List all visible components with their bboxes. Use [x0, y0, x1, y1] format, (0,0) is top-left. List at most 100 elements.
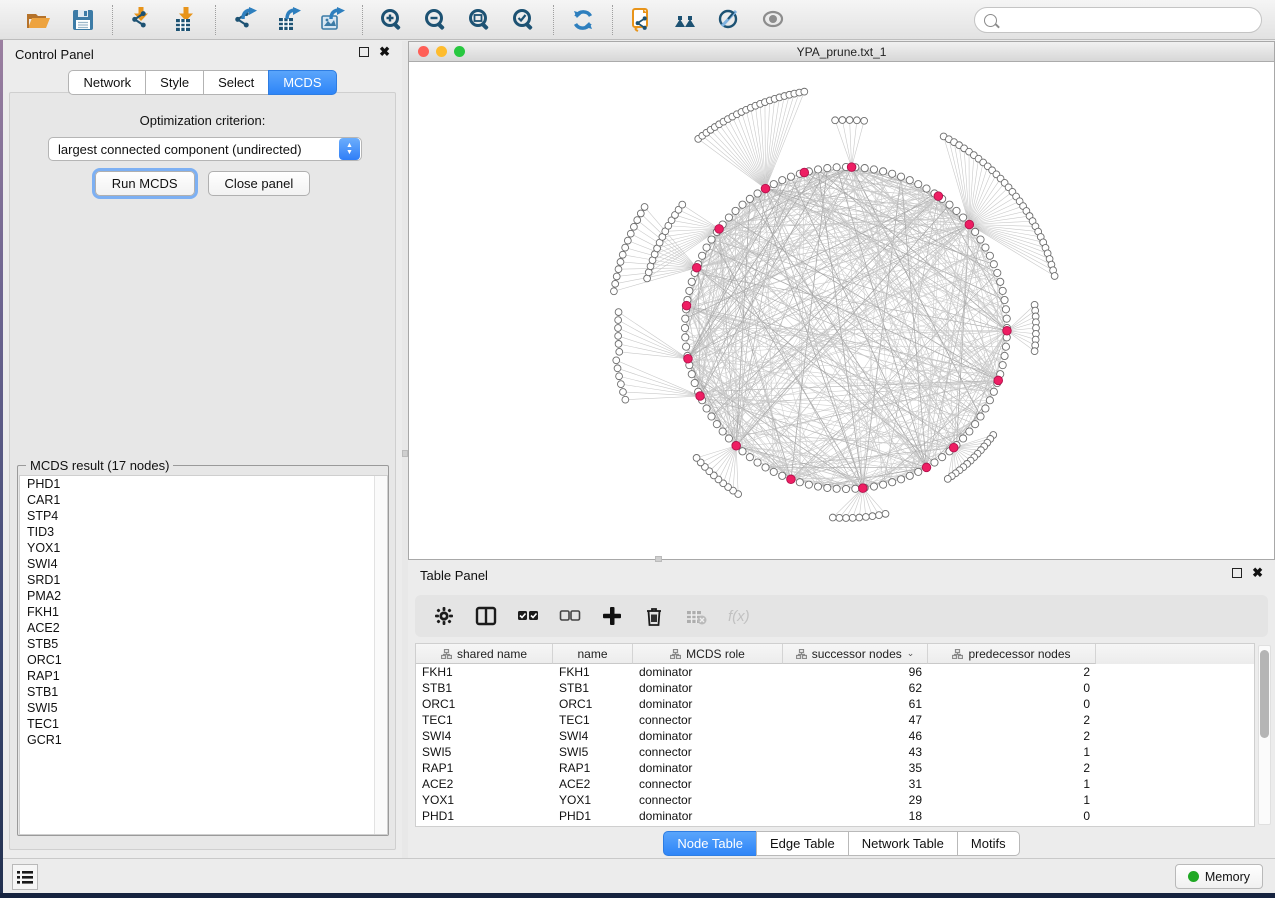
table-row[interactable]: SWI4SWI4dominator462 [416, 728, 1254, 744]
graph-node[interactable] [833, 485, 840, 492]
graph-leaf-node[interactable] [615, 341, 622, 348]
table-row[interactable]: RAP1RAP1dominator352 [416, 760, 1254, 776]
graph-leaf-node[interactable] [637, 210, 644, 217]
import-network-button[interactable] [127, 5, 157, 35]
graph-hub-node[interactable] [715, 225, 724, 234]
graph-node[interactable] [966, 428, 973, 435]
graph-hub-node[interactable] [682, 301, 691, 310]
window-close-icon[interactable] [418, 46, 429, 57]
graph-hub-node[interactable] [1003, 327, 1012, 336]
table-row[interactable]: ORC1ORC1dominator610 [416, 696, 1254, 712]
graph-node[interactable] [688, 371, 695, 378]
graph-leaf-node[interactable] [617, 381, 624, 388]
memory-button[interactable]: Memory [1175, 864, 1263, 889]
graph-leaf-node[interactable] [613, 357, 620, 364]
graph-leaf-node[interactable] [627, 230, 634, 237]
graph-node[interactable] [681, 324, 688, 331]
refresh-button[interactable] [568, 5, 598, 35]
graph-hub-node[interactable] [922, 463, 931, 472]
graph-node[interactable] [960, 214, 967, 221]
graph-leaf-node[interactable] [853, 117, 860, 124]
graph-hub-node[interactable] [696, 392, 705, 401]
new-network-from-selection-button[interactable] [627, 5, 657, 35]
save-button[interactable] [68, 5, 98, 35]
graph-node[interactable] [972, 421, 979, 428]
mcds-result-item[interactable]: SWI5 [20, 700, 387, 716]
mcds-result-item[interactable]: SWI4 [20, 556, 387, 572]
delete-row-button[interactable] [641, 603, 667, 629]
graph-node[interactable] [982, 405, 989, 412]
network-graph[interactable] [409, 62, 1274, 559]
graph-node[interactable] [939, 454, 946, 461]
graph-node[interactable] [732, 207, 739, 214]
graph-leaf-node[interactable] [801, 88, 808, 95]
float-table-panel-icon[interactable] [1232, 568, 1242, 578]
horizontal-splitter-grip[interactable] [655, 556, 662, 562]
graph-node[interactable] [746, 454, 753, 461]
graphics-details-button[interactable] [715, 5, 745, 35]
export-table-button[interactable] [274, 5, 304, 35]
graph-node[interactable] [1003, 315, 1010, 322]
close-panel-button[interactable]: Close panel [208, 171, 311, 196]
graph-leaf-node[interactable] [846, 117, 853, 124]
graph-node[interactable] [824, 484, 831, 491]
tab-network[interactable]: Network [68, 70, 145, 95]
table-row[interactable]: ACE2ACE2connector311 [416, 776, 1254, 792]
graph-leaf-node[interactable] [616, 348, 623, 355]
graph-hub-node[interactable] [934, 192, 943, 201]
graph-leaf-node[interactable] [862, 514, 869, 521]
mcds-result-item[interactable]: RAP1 [20, 668, 387, 684]
mcds-result-item[interactable]: FKH1 [20, 604, 387, 620]
open-button[interactable] [24, 5, 54, 35]
graph-node[interactable] [814, 166, 821, 173]
mcds-result-item[interactable]: PHD1 [20, 476, 387, 492]
graph-node[interactable] [699, 252, 706, 259]
graph-node[interactable] [682, 343, 689, 350]
graph-leaf-node[interactable] [843, 515, 850, 522]
graph-node[interactable] [870, 166, 877, 173]
graph-leaf-node[interactable] [829, 514, 836, 521]
graph-node[interactable] [994, 269, 1001, 276]
graph-node[interactable] [691, 379, 698, 386]
graph-node[interactable] [923, 185, 930, 192]
graph-node[interactable] [897, 173, 904, 180]
graph-leaf-node[interactable] [614, 365, 621, 372]
graph-node[interactable] [746, 195, 753, 202]
graph-node[interactable] [906, 472, 913, 479]
graph-leaf-node[interactable] [615, 325, 622, 332]
mcds-result-item[interactable]: PMA2 [20, 588, 387, 604]
graph-node[interactable] [814, 483, 821, 490]
graph-leaf-node[interactable] [861, 117, 868, 124]
graph-node[interactable] [999, 287, 1006, 294]
tab-mcds[interactable]: MCDS [268, 70, 336, 95]
graph-hub-node[interactable] [847, 163, 856, 172]
graph-node[interactable] [982, 244, 989, 251]
column-header-MCDS-role[interactable]: MCDS role [633, 644, 783, 664]
graph-node[interactable] [686, 287, 693, 294]
mcds-list-scrollbar[interactable] [374, 476, 387, 834]
graph-node[interactable] [688, 278, 695, 285]
zoom-selected-button[interactable] [509, 5, 539, 35]
graph-leaf-node[interactable] [630, 223, 637, 230]
table-scrollbar-thumb[interactable] [1260, 650, 1269, 738]
float-panel-icon[interactable] [359, 47, 369, 57]
graph-node[interactable] [1001, 296, 1008, 303]
graph-node[interactable] [762, 464, 769, 471]
graph-node[interactable] [739, 448, 746, 455]
graph-leaf-node[interactable] [615, 317, 622, 324]
mcds-result-item[interactable]: ACE2 [20, 620, 387, 636]
table-row[interactable]: PHD1PHD1dominator180 [416, 808, 1254, 824]
show-hide-button[interactable] [759, 5, 789, 35]
graph-node[interactable] [824, 164, 831, 171]
graph-hub-node[interactable] [787, 475, 796, 484]
graph-node[interactable] [915, 181, 922, 188]
graph-leaf-node[interactable] [693, 454, 700, 461]
network-canvas[interactable] [409, 62, 1274, 559]
graph-node[interactable] [754, 459, 761, 466]
optimization-criterion-select[interactable]: largest connected component (undirected)… [48, 137, 362, 161]
graph-leaf-node[interactable] [615, 309, 622, 316]
column-header-name[interactable]: name [553, 644, 633, 664]
graph-node[interactable] [770, 181, 777, 188]
graph-node[interactable] [990, 388, 997, 395]
table-row[interactable]: YOX1YOX1connector291 [416, 792, 1254, 808]
